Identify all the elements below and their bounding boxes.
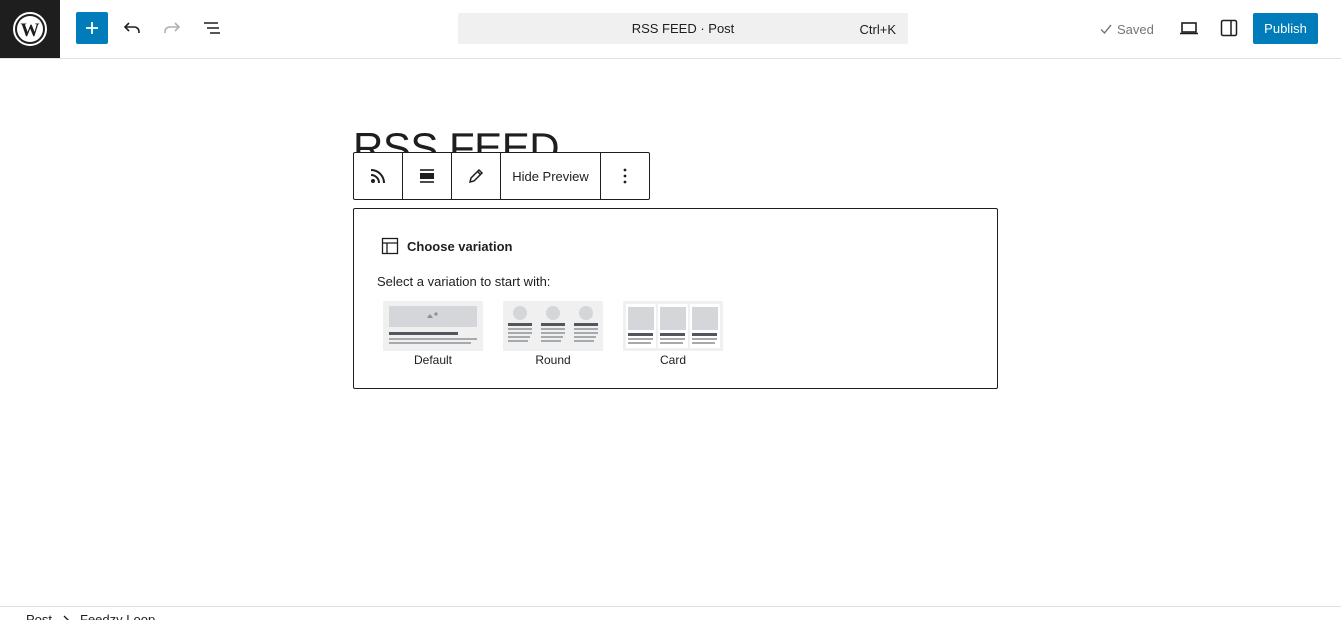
placeholder-heading: Choose variation	[381, 237, 512, 255]
default-layout-icon	[389, 306, 477, 344]
list-view-icon	[204, 22, 220, 34]
variation-round-thumbnail	[503, 301, 603, 351]
settings-sidebar-button[interactable]	[1213, 12, 1245, 44]
breadcrumb: Post Feedzy Loop	[26, 612, 155, 620]
round-layout-icon	[508, 306, 598, 342]
breadcrumb-item-block[interactable]: Feedzy Loop	[80, 612, 155, 620]
undo-button[interactable]	[116, 12, 148, 44]
variation-card[interactable]: Card	[623, 301, 723, 367]
wordpress-icon: W	[13, 12, 47, 46]
editor-header: W RSS FEED · Post Ctrl+K Saved Publish	[0, 0, 1341, 59]
card-layout-icon	[626, 304, 720, 348]
variation-default[interactable]: Default	[383, 301, 483, 367]
keyboard-shortcut: Ctrl+K	[859, 22, 896, 37]
document-title: RSS FEED · Post	[631, 21, 735, 36]
options-button[interactable]	[601, 153, 649, 199]
redo-button[interactable]	[156, 12, 188, 44]
saved-label: Saved	[1117, 21, 1154, 37]
more-vertical-icon	[623, 168, 627, 184]
saved-status: Saved	[1099, 20, 1154, 38]
variation-label: Card	[659, 353, 686, 367]
command-palette-trigger[interactable]: RSS FEED · Post Ctrl+K	[458, 13, 908, 44]
plus-icon	[86, 22, 98, 34]
publish-button[interactable]: Publish	[1253, 13, 1318, 44]
block-toolbar: Hide Preview	[353, 152, 650, 200]
wordpress-logo[interactable]: W	[0, 0, 60, 58]
pencil-icon	[468, 168, 484, 184]
add-block-button[interactable]	[76, 12, 108, 44]
check-icon	[1100, 24, 1112, 35]
chevron-right-icon	[63, 615, 70, 620]
redo-icon	[164, 22, 181, 33]
variation-label: Default	[413, 353, 453, 367]
post-title[interactable]: RSS FEED	[353, 122, 593, 154]
desktop-preview-icon	[1180, 22, 1198, 35]
preview-button[interactable]	[1173, 12, 1205, 44]
breadcrumb-item-post[interactable]: Post	[26, 612, 52, 620]
svg-text:W: W	[21, 20, 40, 41]
undo-icon	[123, 22, 140, 33]
rss-icon	[370, 169, 385, 184]
placeholder-heading-label: Choose variation	[407, 238, 513, 254]
variation-card-thumbnail	[623, 301, 723, 351]
edit-button[interactable]	[452, 153, 501, 199]
document-overview-button[interactable]	[196, 12, 228, 44]
sidebar-toggle-icon	[1220, 19, 1238, 37]
hide-preview-button[interactable]: Hide Preview	[501, 153, 601, 199]
variation-picker: Choose variation Select a variation to s…	[353, 208, 998, 389]
align-icon	[420, 169, 434, 183]
layout-icon	[381, 237, 399, 255]
placeholder-instructions: Select a variation to start with:	[377, 274, 551, 289]
variation-label: Round	[535, 353, 571, 367]
variation-round[interactable]: Round	[503, 301, 603, 367]
block-breadcrumb-bar: Post Feedzy Loop	[0, 606, 1341, 620]
align-button[interactable]	[403, 153, 452, 199]
block-type-button[interactable]	[354, 153, 403, 199]
variation-default-thumbnail	[383, 301, 483, 351]
